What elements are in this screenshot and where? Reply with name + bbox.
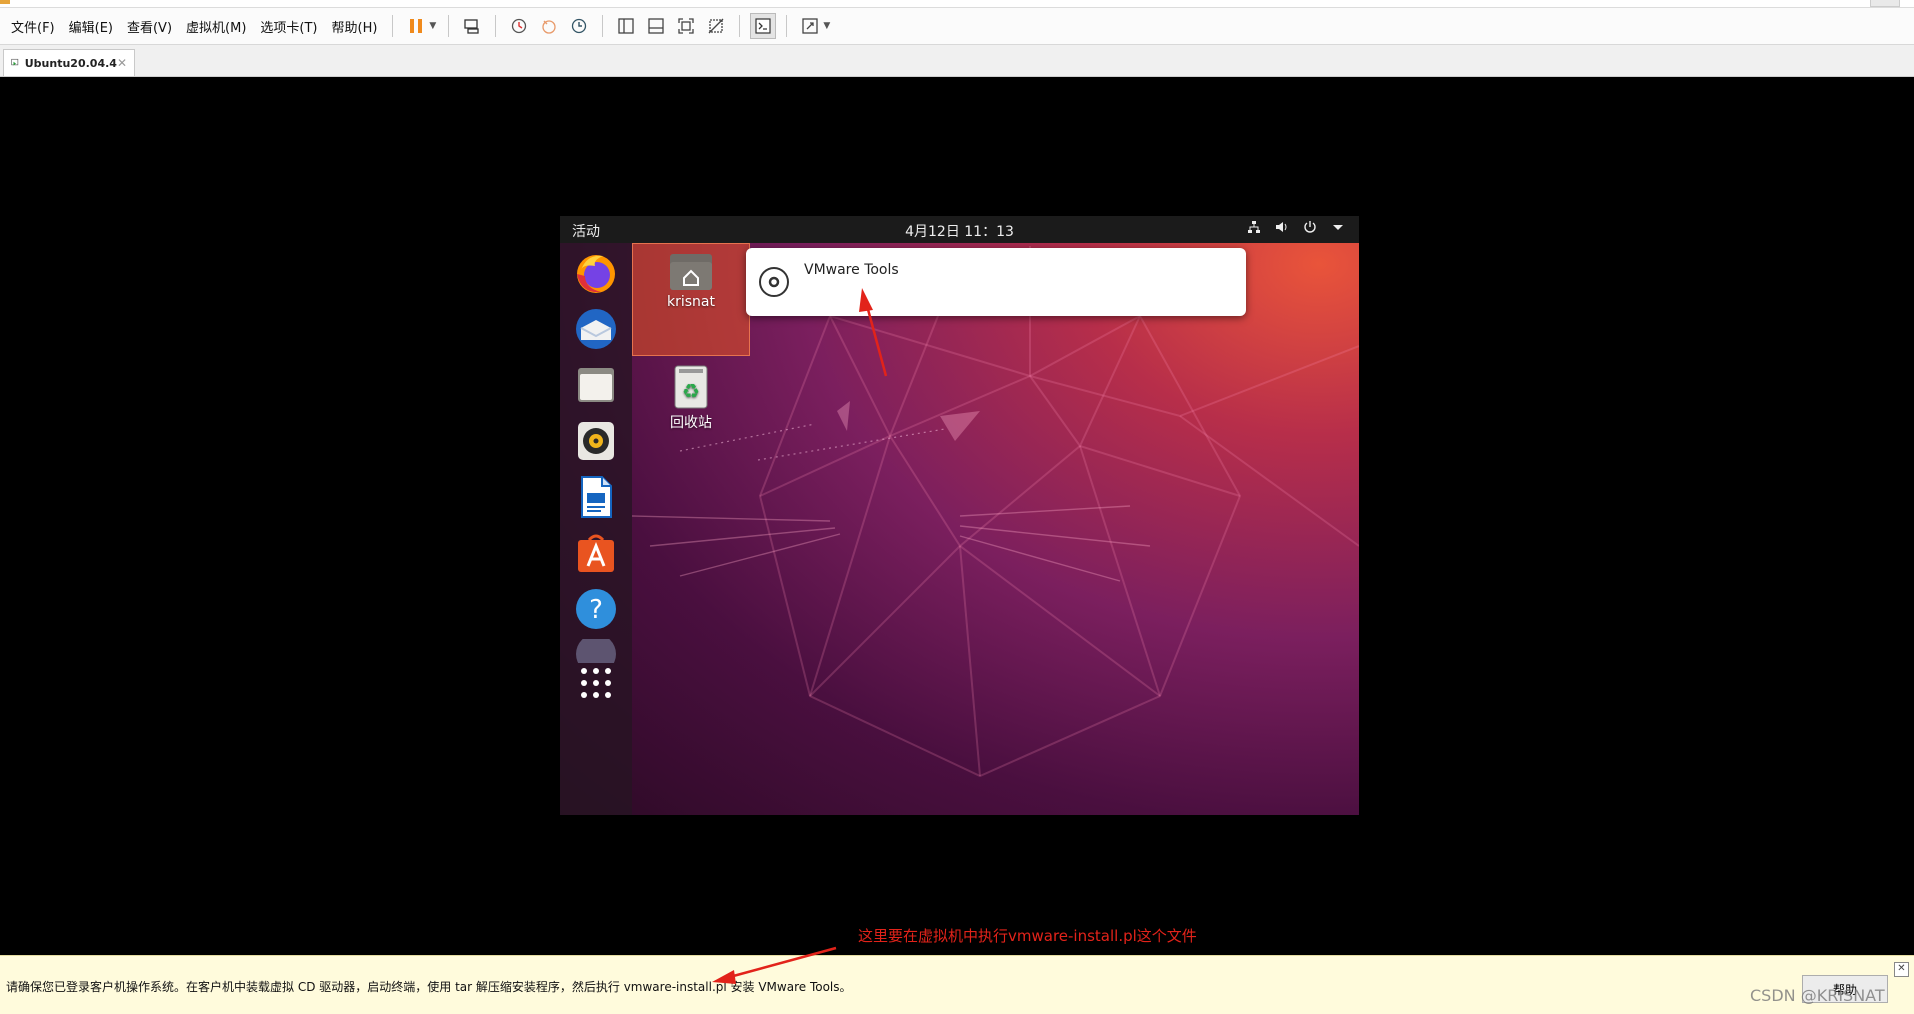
files-icon [578,368,614,402]
firefox-icon [577,255,615,293]
library-button[interactable] [613,13,639,39]
dock-firefox[interactable] [572,249,620,297]
svg-text:?: ? [589,595,603,625]
toolbar-separator [602,15,604,37]
dock-rhythmbox[interactable] [572,417,620,465]
manage-snapshots-button[interactable] [566,13,592,39]
tab-bar: Ubuntu20.04.4 ✕ [0,45,1914,77]
pause-icon [410,19,423,33]
watermark: CSDN @KRISNAT [1750,986,1885,1005]
dock-files[interactable] [572,361,620,409]
vmware-tools-notification[interactable]: VMware Tools [746,248,1246,316]
thumbnail-icon [648,18,664,34]
window-control-stub[interactable] [1870,0,1900,7]
window-title-strip [0,0,1914,8]
menu-vm[interactable]: 虚拟机(M) [179,17,253,36]
show-applications-button[interactable] [572,659,620,707]
library-icon [618,18,634,34]
unity-icon [708,18,724,34]
vmware-tools-hint-bar: 请确保您已登录客户机操作系统。在客户机中装载虚拟 CD 驱动器，启动终端，使用 … [0,955,1914,1014]
desktop-trash[interactable]: ♻ 回收站 [632,356,750,436]
home-folder-label: krisnat [667,294,715,310]
clock[interactable]: 4月12日 11：13 [560,221,1359,241]
revert-snapshot-button[interactable] [536,13,562,39]
pause-button[interactable] [403,13,429,39]
toolbar-separator [786,15,788,37]
chevron-down-icon[interactable]: ▼ [429,21,436,31]
menu-file[interactable]: 文件(F) [4,17,62,36]
gnome-top-bar: 活动 4月12日 11：13 [560,216,1359,243]
desktop-home-folder[interactable]: krisnat [632,243,750,356]
app-indicator [0,0,10,4]
console-icon [755,18,771,34]
rhythmbox-icon [578,422,614,460]
close-icon[interactable]: ✕ [117,56,127,70]
app-grid-icon [581,668,611,698]
toolbar-separator [739,15,741,37]
chevron-down-icon [1333,225,1343,230]
notification-title: VMware Tools [804,262,899,278]
system-tray[interactable] [1247,220,1345,234]
thunderbird-icon [576,309,616,349]
network-icon [1248,221,1260,233]
manage-snapshots-icon [572,18,587,34]
snapshot-button[interactable] [506,13,532,39]
console-button[interactable] [750,13,777,39]
close-icon[interactable]: ✕ [1894,962,1909,977]
menu-tabs[interactable]: 选项卡(T) [253,17,324,36]
send-keys-button[interactable] [459,13,485,39]
power-icon [1304,221,1316,233]
toolbar-separator [392,15,394,37]
vm-icon [11,58,19,66]
toolbar-separator [495,15,497,37]
chevron-down-icon[interactable]: ▼ [823,21,830,31]
thumbnail-button[interactable] [643,13,669,39]
tab-label: Ubuntu20.04.4 [24,56,117,70]
menu-help[interactable]: 帮助(H) [325,17,385,36]
dock-ubuntu-software[interactable] [572,529,620,577]
tab-ubuntu-vm[interactable]: Ubuntu20.04.4 ✕ [3,49,135,76]
svg-text:♻: ♻ [682,379,700,403]
stretch-icon [802,18,818,34]
help-icon: ? [576,589,616,629]
menu-edit[interactable]: 编辑(E) [62,17,120,36]
trash-icon: ♻ [674,365,708,409]
ubuntu-dock: ? [560,243,632,815]
fullscreen-button[interactable] [673,13,699,39]
fullscreen-icon [678,18,694,34]
home-folder-icon [670,254,712,290]
send-keys-icon [464,19,479,34]
snapshot-icon [512,18,527,34]
ubuntu-software-icon [578,534,614,572]
menubar: 文件(F) 编辑(E) 查看(V) 虚拟机(M) 选项卡(T) 帮助(H) ▼ … [0,8,1914,45]
hint-text: 请确保您已登录客户机操作系统。在客户机中装载虚拟 CD 驱动器，启动终端，使用 … [6,980,852,994]
writer-icon [581,476,612,518]
unity-button[interactable] [703,13,729,39]
trash-label: 回收站 [670,415,712,431]
volume-icon [1276,222,1287,232]
dock-thunderbird[interactable] [572,305,620,353]
vm-screen[interactable]: 活动 4月12日 11：13 ? krisnat ♻ 回收站 VMware To… [560,216,1359,815]
dock-libreoffice-writer[interactable] [572,473,620,521]
toolbar-separator [448,15,450,37]
dock-help[interactable]: ? [572,585,620,633]
menu-view[interactable]: 查看(V) [120,17,179,36]
annotation-text: 这里要在虚拟机中执行vmware-install.pl这个文件 [858,927,1197,945]
disc-icon [759,267,789,297]
stretch-button[interactable] [797,13,823,39]
revert-snapshot-icon [542,20,556,34]
